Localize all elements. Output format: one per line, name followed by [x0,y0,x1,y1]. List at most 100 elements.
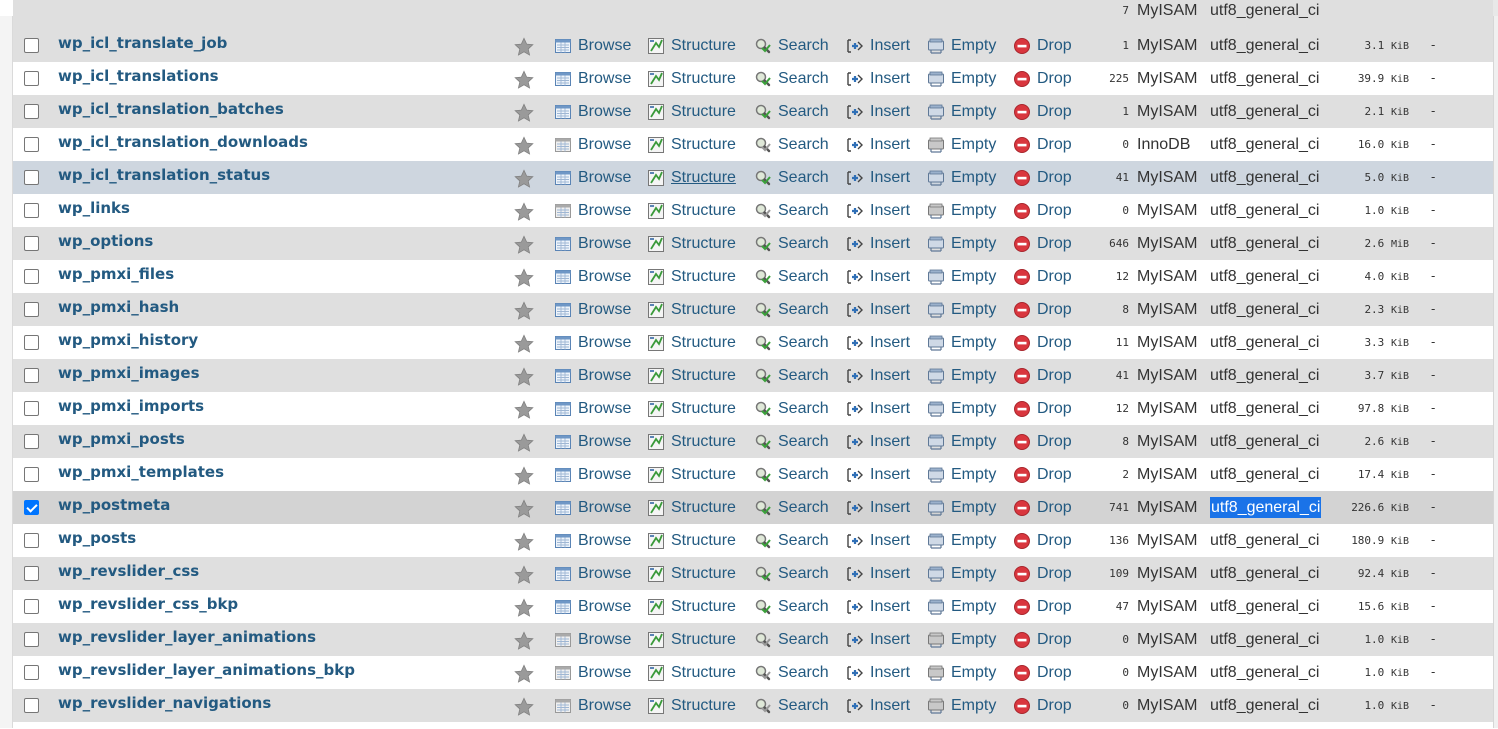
favorite-star-icon[interactable] [513,135,535,157]
favorite-star-icon[interactable] [513,696,535,718]
table-name-link[interactable]: wp_pmxi_imports [58,392,204,425]
drop-action[interactable]: Drop [1013,194,1072,227]
structure-action[interactable]: Structure [647,656,736,689]
favorite-star-icon[interactable] [513,201,535,223]
drop-action[interactable]: Drop [1013,557,1072,590]
empty-action[interactable]: Empty [927,458,996,491]
structure-action[interactable]: Structure [647,62,736,95]
empty-action[interactable]: Empty [927,557,996,590]
insert-action[interactable]: Insert [846,392,910,425]
insert-action[interactable]: Insert [846,161,910,194]
empty-action[interactable]: Empty [927,29,996,62]
search-action[interactable]: Search [754,326,829,359]
search-action[interactable]: Search [754,425,829,458]
table-name-link[interactable]: wp_posts [58,524,136,557]
table-name-link[interactable]: wp_revslider_layer_animations_bkp [58,656,355,689]
table-name-link[interactable]: wp_icl_translate_job [58,29,227,62]
drop-action[interactable]: Drop [1013,590,1072,623]
empty-action[interactable]: Empty [927,194,996,227]
structure-action[interactable]: Structure [647,491,736,524]
drop-action[interactable]: Drop [1013,293,1072,326]
favorite-star-icon[interactable] [513,69,535,91]
table-name-link[interactable]: wp_revslider_css_bkp [58,590,238,623]
row-checkbox[interactable] [24,302,39,317]
row-checkbox[interactable] [24,269,39,284]
empty-action[interactable]: Empty [927,524,996,557]
browse-action[interactable]: Browse [554,524,631,557]
insert-action[interactable]: Insert [846,524,910,557]
browse-action[interactable]: Browse [554,194,631,227]
structure-action[interactable]: Structure [647,227,736,260]
browse-action[interactable]: Browse [554,95,631,128]
favorite-star-icon[interactable] [513,432,535,454]
table-name-link[interactable]: wp_revslider_css [58,557,199,590]
favorite-star-icon[interactable] [513,498,535,520]
table-name-link[interactable]: wp_revslider_layer_animations [58,623,316,656]
row-checkbox[interactable] [24,401,39,416]
browse-action[interactable]: Browse [554,392,631,425]
row-checkbox[interactable] [24,38,39,53]
empty-action[interactable]: Empty [927,623,996,656]
row-checkbox[interactable] [24,500,39,515]
search-action[interactable]: Search [754,656,829,689]
insert-action[interactable]: Insert [846,491,910,524]
row-checkbox[interactable] [24,335,39,350]
search-action[interactable]: Search [754,557,829,590]
structure-action[interactable]: Structure [647,95,736,128]
row-checkbox[interactable] [24,434,39,449]
search-action[interactable]: Search [754,260,829,293]
search-action[interactable]: Search [754,293,829,326]
drop-action[interactable]: Drop [1013,29,1072,62]
empty-action[interactable]: Empty [927,689,996,722]
table-name-link[interactable]: wp_pmxi_images [58,359,200,392]
row-checkbox[interactable] [24,368,39,383]
row-checkbox[interactable] [24,71,39,86]
search-action[interactable]: Search [754,524,829,557]
favorite-star-icon[interactable] [513,234,535,256]
insert-action[interactable]: Insert [846,293,910,326]
structure-action[interactable]: Structure [647,194,736,227]
empty-action[interactable]: Empty [927,491,996,524]
search-action[interactable]: Search [754,95,829,128]
insert-action[interactable]: Insert [846,590,910,623]
structure-action[interactable]: Structure [647,623,736,656]
search-action[interactable]: Search [754,29,829,62]
row-checkbox[interactable] [24,665,39,680]
insert-action[interactable]: Insert [846,557,910,590]
empty-action[interactable]: Empty [927,161,996,194]
browse-action[interactable]: Browse [554,623,631,656]
table-name-link[interactable]: wp_revslider_navigations [58,689,271,722]
empty-action[interactable]: Empty [927,656,996,689]
favorite-star-icon[interactable] [513,597,535,619]
insert-action[interactable]: Insert [846,623,910,656]
row-checkbox[interactable] [24,467,39,482]
empty-action[interactable]: Empty [927,293,996,326]
browse-action[interactable]: Browse [554,293,631,326]
drop-action[interactable]: Drop [1013,425,1072,458]
search-action[interactable]: Search [754,62,829,95]
drop-action[interactable]: Drop [1013,227,1072,260]
table-name-link[interactable]: wp_icl_translation_downloads [58,128,308,161]
row-checkbox[interactable] [24,533,39,548]
vertical-scrollbar[interactable] [1493,16,1498,728]
favorite-star-icon[interactable] [513,267,535,289]
structure-action[interactable]: Structure [647,524,736,557]
structure-action[interactable]: Structure [647,425,736,458]
favorite-star-icon[interactable] [513,663,535,685]
insert-action[interactable]: Insert [846,656,910,689]
structure-action[interactable]: Structure [647,260,736,293]
browse-action[interactable]: Browse [554,557,631,590]
drop-action[interactable]: Drop [1013,524,1072,557]
favorite-star-icon[interactable] [513,531,535,553]
browse-action[interactable]: Browse [554,62,631,95]
browse-action[interactable]: Browse [554,359,631,392]
structure-action[interactable]: Structure [647,458,736,491]
drop-action[interactable]: Drop [1013,491,1072,524]
row-checkbox[interactable] [24,236,39,251]
browse-action[interactable]: Browse [554,128,631,161]
drop-action[interactable]: Drop [1013,392,1072,425]
empty-action[interactable]: Empty [927,590,996,623]
browse-action[interactable]: Browse [554,29,631,62]
row-checkbox[interactable] [24,203,39,218]
drop-action[interactable]: Drop [1013,458,1072,491]
